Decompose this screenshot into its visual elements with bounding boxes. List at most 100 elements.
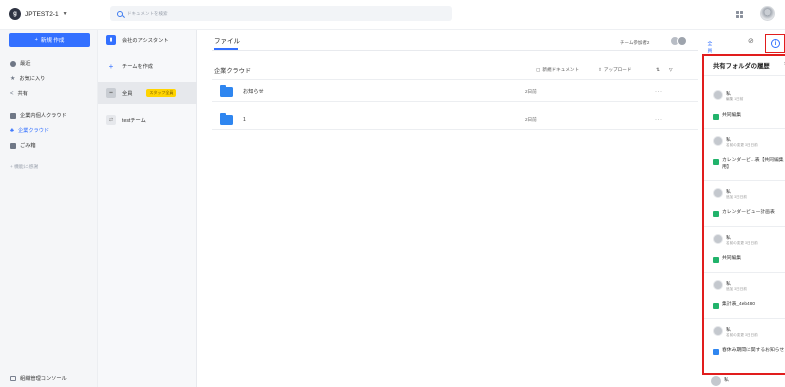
avatar <box>713 234 723 244</box>
sidebar-item-recent[interactable]: 最近 <box>10 60 30 67</box>
more-icon[interactable]: ··· <box>655 117 663 123</box>
sidebar-item-favorites[interactable]: ★ お気に入り <box>10 75 45 82</box>
sidebar-item-label: 共有 <box>17 91 28 97</box>
document-icon <box>713 348 719 355</box>
sheet-icon <box>713 302 719 309</box>
clock-icon <box>10 60 16 67</box>
sidebar-item-label: 企業内個人クラウド <box>20 113 67 119</box>
avatar <box>713 188 723 198</box>
divider <box>704 180 785 181</box>
team-list: ▮ 会社のアシスタント + チームを作成 ▪▪ 全員 スタッフ全員 ⇄ test… <box>98 30 197 387</box>
sidebar-item-label: お気に入り <box>19 76 46 82</box>
new-create-label: 新規 作成 <box>40 38 65 44</box>
sidebar-item-shared[interactable]: < 共有 <box>10 90 28 98</box>
team-item-assistant[interactable]: ▮ 会社のアシスタント <box>98 30 197 50</box>
sidebar-item-team-cloud[interactable]: ♣ 企業クラウド <box>10 127 50 135</box>
panel-title: 共有フォルダの履歴 <box>713 63 770 70</box>
info-icon: i <box>771 39 780 48</box>
activity-user: 私 <box>726 190 731 195</box>
activity-doc-link[interactable]: カレンダービュー計画表 <box>713 210 785 217</box>
upload-button[interactable]: ⇪ アップロード <box>598 67 631 73</box>
team-label: testチーム <box>122 117 146 124</box>
divider <box>704 318 785 319</box>
sidebar-item-trash[interactable]: ごみ箱 <box>10 142 36 149</box>
page-title: 企業クラウド <box>214 68 252 75</box>
star-icon: ★ <box>10 76 16 82</box>
member-avatar[interactable] <box>677 36 687 46</box>
activity-time: 名前の変更 3日日前 <box>726 241 758 245</box>
sidebar-item-label: 最近 <box>20 61 31 67</box>
notification-icon[interactable]: ⊘ <box>748 37 754 45</box>
upload-icon: ⇪ <box>598 67 602 72</box>
avatar <box>711 376 721 386</box>
activity-user: 私 <box>724 378 729 383</box>
history-panel: 共有フォルダの履歴 › 私 編集 1日前 共同編集 私 名前の変更 3日日前 カ… <box>702 54 785 375</box>
search-input[interactable]: ドキュメントを検索 <box>110 6 452 21</box>
tab-files[interactable]: ファイル <box>214 35 240 45</box>
tab-divider <box>212 50 698 51</box>
activity-doc-link[interactable]: 春休み期間に関するお知らせ <box>713 348 785 355</box>
row-name[interactable]: 1 <box>243 117 525 123</box>
sidebar-item-personal-cloud[interactable]: 企業内個人クラウド <box>10 112 67 119</box>
activity-time: 編集 1日前 <box>726 97 744 101</box>
activity-time: 追加 3日日前 <box>726 287 747 291</box>
upload-label: アップロード <box>603 67 632 72</box>
members-count: チーム参加者2 <box>620 40 650 45</box>
avatar <box>713 280 723 290</box>
team-icon: ⇄ <box>106 115 116 125</box>
apps-grid-icon[interactable] <box>736 11 743 18</box>
doc-name: カレンダービュー計画表 <box>722 210 775 215</box>
admin-console-link[interactable]: 組織管理コンソール <box>10 375 67 382</box>
activity-time: 名前の変更 3日日前 <box>726 143 758 147</box>
sheet-icon <box>713 210 719 217</box>
team-label: 会社のアシスタント <box>122 37 169 44</box>
table-row[interactable]: お知らせ 2日前 ··· <box>212 82 698 102</box>
sort-icon: ⇅ <box>656 67 660 72</box>
doc-name: カレンダービ...表【共同編集用】 <box>722 158 784 170</box>
assistant-icon: ▮ <box>106 35 116 45</box>
share-icon: < <box>10 90 14 97</box>
team-item-everyone[interactable]: ▪▪ 全員 スタッフ全員 <box>98 82 197 104</box>
more-icon[interactable]: ··· <box>655 89 663 95</box>
filter-icon: ▽ <box>669 67 673 72</box>
team-avatar-icon: ▪▪ <box>106 88 116 98</box>
new-create-button[interactable]: + 新規 作成 <box>9 33 90 47</box>
activity-user: 私 <box>726 328 731 333</box>
row-name[interactable]: お知らせ <box>243 88 525 95</box>
filter-button[interactable]: ▽ <box>669 67 673 73</box>
sheet-icon <box>713 113 719 120</box>
team-item-test[interactable]: ⇄ testチーム <box>98 110 197 130</box>
sidebar-item-feature[interactable]: + 機能に感謝 <box>10 163 38 170</box>
activity-user: 私 <box>726 282 731 287</box>
sort-button[interactable]: ⇅ <box>656 67 660 73</box>
avatar <box>713 326 723 336</box>
row-time: 2日前 <box>525 116 537 122</box>
list-divider <box>212 79 698 80</box>
activity-doc-link[interactable]: 共同編集 <box>713 113 785 120</box>
table-row[interactable]: 1 2日前 ··· <box>212 110 698 130</box>
activity-doc-link[interactable]: 集計表_4eb480 <box>713 302 785 309</box>
divider <box>704 272 785 273</box>
new-document-button[interactable]: ▢ 新規ドキュメント <box>536 67 579 73</box>
team-item-create[interactable]: + チームを作成 <box>98 56 197 76</box>
info-toggle-button[interactable]: i <box>765 34 785 53</box>
plus-icon: + <box>108 61 114 71</box>
activity-user: 私 <box>726 138 731 143</box>
activity-doc-link[interactable]: 共同編集 <box>713 256 785 263</box>
row-time: 2日前 <box>525 88 537 94</box>
sidebar: + 新規 作成 最近 ★ お気に入り < 共有 企業内個人クラウド ♣ 企業クラ… <box>0 30 98 387</box>
search-icon <box>117 10 123 17</box>
divider <box>704 226 785 227</box>
divider <box>704 75 785 76</box>
org-switcher[interactable]: g JPTEST2-1 ▼ <box>9 8 68 20</box>
sidebar-item-label: 企業クラウド <box>17 128 50 134</box>
activity-doc-link[interactable]: カレンダービ...表【共同編集用】 <box>713 158 785 171</box>
doc-name: 共同編集 <box>722 113 742 118</box>
avatar <box>713 90 723 100</box>
sidebar-item-label: + 機能に感謝 <box>10 165 39 170</box>
user-avatar[interactable] <box>760 6 775 21</box>
new-document-label: 新規ドキュメント <box>542 67 580 72</box>
org-logo: g <box>9 8 21 20</box>
main-content: ファイル チーム参加者2 + 全員を表示 企業クラウド ▢ 新規ドキュメント ⇪… <box>198 30 712 387</box>
top-bar: g JPTEST2-1 ▼ ドキュメントを検索 <box>0 0 785 30</box>
